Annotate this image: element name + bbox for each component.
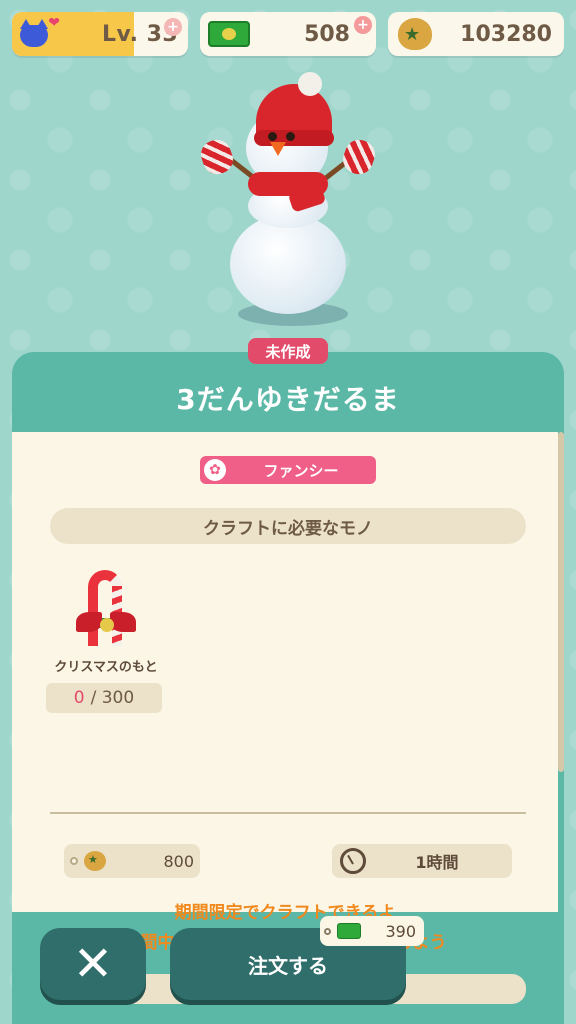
cancel-button[interactable]: ✕ (40, 928, 146, 1000)
material-need: / 300 (90, 688, 135, 708)
snowman-preview-image (197, 66, 379, 336)
scrollbar[interactable] (558, 432, 564, 772)
material-name: クリスマスのもと (54, 660, 158, 675)
craft-time-value: 1時間 (415, 853, 459, 872)
bell-counter: 103280 (388, 12, 564, 56)
bell-bag-icon (84, 851, 106, 871)
material-item[interactable]: クリスマスのもと 0 / 300 (46, 570, 166, 713)
leaf-ticket-counter[interactable]: 508 + (200, 12, 376, 56)
materials-section-header: クラフトに必要なモノ (50, 508, 526, 544)
bell-cost: 800 (64, 844, 200, 878)
bell-bag-icon (398, 18, 432, 50)
item-title: 3だんゆきだるま (176, 383, 400, 416)
craft-status-badge: 未作成 (248, 338, 328, 364)
bell-cost-value: 800 (163, 851, 194, 871)
divider (50, 812, 526, 814)
order-ticket-cost-value: 390 (385, 921, 416, 941)
leaf-ticket-icon (337, 923, 361, 939)
close-icon: ✕ (72, 936, 114, 992)
theme-tag: ✿ ファンシー (200, 456, 376, 484)
leaf-ticket-icon (208, 21, 250, 47)
candy-cane-icon (74, 570, 138, 650)
craft-detail-content[interactable]: ✿ ファンシー クラフトに必要なモノ クリスマスのもと 0 / 300 800 (12, 432, 558, 1004)
material-count: 0 / 300 (46, 683, 162, 713)
player-avatar-icon: ❤ (18, 15, 60, 49)
bullet-icon (70, 857, 78, 865)
craft-time: 1時間 (332, 844, 512, 878)
material-have: 0 (73, 688, 85, 708)
leaf-ticket-value: 508 (304, 21, 350, 47)
level-indicator[interactable]: ❤ Lv. 33 + (12, 12, 188, 56)
order-button-label: 注文する (248, 953, 328, 978)
level-info-icon[interactable]: + (164, 18, 182, 36)
craft-detail-card: 3だんゆきだるま ✿ ファンシー クラフトに必要なモノ クリスマスのもと 0 /… (12, 352, 564, 1024)
bell-value: 103280 (460, 21, 552, 47)
theme-label: ファンシー (263, 461, 339, 480)
bullet-icon (324, 927, 331, 935)
add-tickets-icon[interactable]: + (354, 16, 372, 34)
notice-line-1: 期間限定でクラフトできるよ (174, 903, 396, 923)
order-ticket-cost: 390 (320, 916, 424, 946)
